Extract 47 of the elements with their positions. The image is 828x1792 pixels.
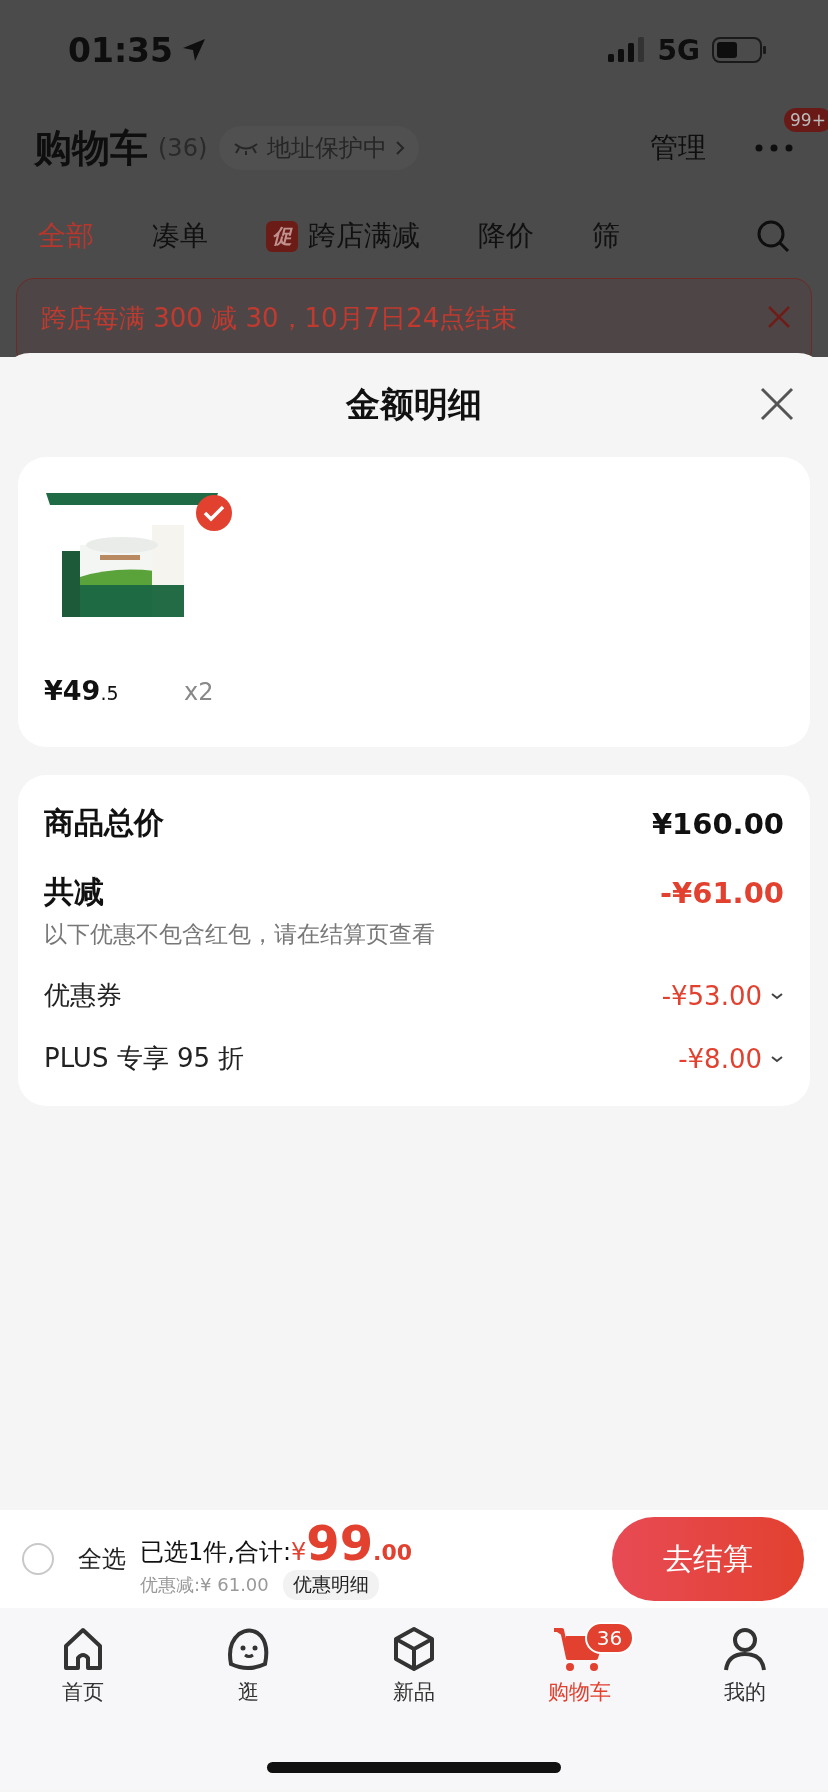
total-decimals: .00 bbox=[373, 1539, 413, 1565]
checkmark-icon[interactable] bbox=[196, 495, 232, 531]
summary-label: 商品总价 bbox=[44, 804, 164, 842]
filter-tab[interactable]: 凑单 bbox=[152, 217, 208, 255]
product-price: ¥49.5 bbox=[44, 675, 120, 706]
checkout-button[interactable]: 去结算 bbox=[612, 1517, 804, 1601]
battery-icon bbox=[712, 36, 768, 64]
saving-text: 优惠减:¥ 61.00 bbox=[140, 1572, 269, 1597]
tab-bar-item[interactable]: 逛 bbox=[165, 1624, 332, 1706]
tab-bar-item[interactable]: 新品 bbox=[331, 1624, 497, 1706]
discount-detail-button[interactable]: 优惠明细 bbox=[282, 1569, 379, 1600]
promo-text: 跨店每满 300 减 30，10月7日24点结束 bbox=[41, 302, 518, 335]
discount-note: 以下优惠不包含红包，请在结算页查看 bbox=[44, 920, 436, 949]
tab-bar-item[interactable]: 首页 bbox=[0, 1624, 166, 1706]
page-title: 购物车 bbox=[34, 124, 148, 172]
discount-value: -¥61.00 bbox=[660, 875, 784, 910]
location-arrow-icon bbox=[181, 37, 208, 63]
tab-bar-item[interactable]: 我的 bbox=[662, 1624, 828, 1706]
discount-label: PLUS 专享 95 折 bbox=[44, 1042, 245, 1075]
close-icon[interactable] bbox=[760, 387, 794, 421]
product-quantity: x2 bbox=[184, 678, 214, 706]
chevron-down-icon[interactable] bbox=[770, 1054, 784, 1063]
status-time: 01:35 bbox=[68, 30, 174, 70]
selected-summary: 已选1件,合计: bbox=[140, 1536, 291, 1568]
select-all-radio[interactable] bbox=[22, 1543, 54, 1575]
discount-value: -¥53.00 bbox=[661, 980, 762, 1011]
count-badge: 36 bbox=[584, 1622, 635, 1654]
filter-tab[interactable]: 促 跨店满减 bbox=[266, 217, 420, 255]
filter-tab[interactable]: 筛 bbox=[592, 217, 620, 255]
currency-sign: ¥ bbox=[291, 1537, 307, 1566]
summary-value: ¥160.00 bbox=[651, 806, 784, 841]
closed-eye-icon bbox=[233, 141, 260, 155]
discount-value: -¥8.00 bbox=[678, 1043, 762, 1074]
summary-label: 共减 bbox=[44, 873, 104, 911]
select-all-label[interactable]: 全选 bbox=[78, 1543, 126, 1575]
network-label: 5G bbox=[657, 33, 700, 67]
signal-icon bbox=[607, 36, 646, 64]
manage-link[interactable]: 管理 bbox=[650, 129, 706, 167]
notification-badge: 99+ bbox=[784, 108, 828, 132]
promo-tag: 促 bbox=[266, 220, 298, 252]
tab-bar-item[interactable]: 购物车 36 bbox=[496, 1624, 663, 1706]
filter-tab[interactable]: 降价 bbox=[478, 217, 534, 255]
chevron-right-icon bbox=[395, 140, 406, 156]
chevron-down-icon[interactable] bbox=[770, 991, 784, 1000]
sheet-title: 金额明细 bbox=[346, 383, 482, 426]
total-amount: 99 bbox=[306, 1518, 374, 1567]
discount-label: 优惠券 bbox=[44, 979, 122, 1012]
